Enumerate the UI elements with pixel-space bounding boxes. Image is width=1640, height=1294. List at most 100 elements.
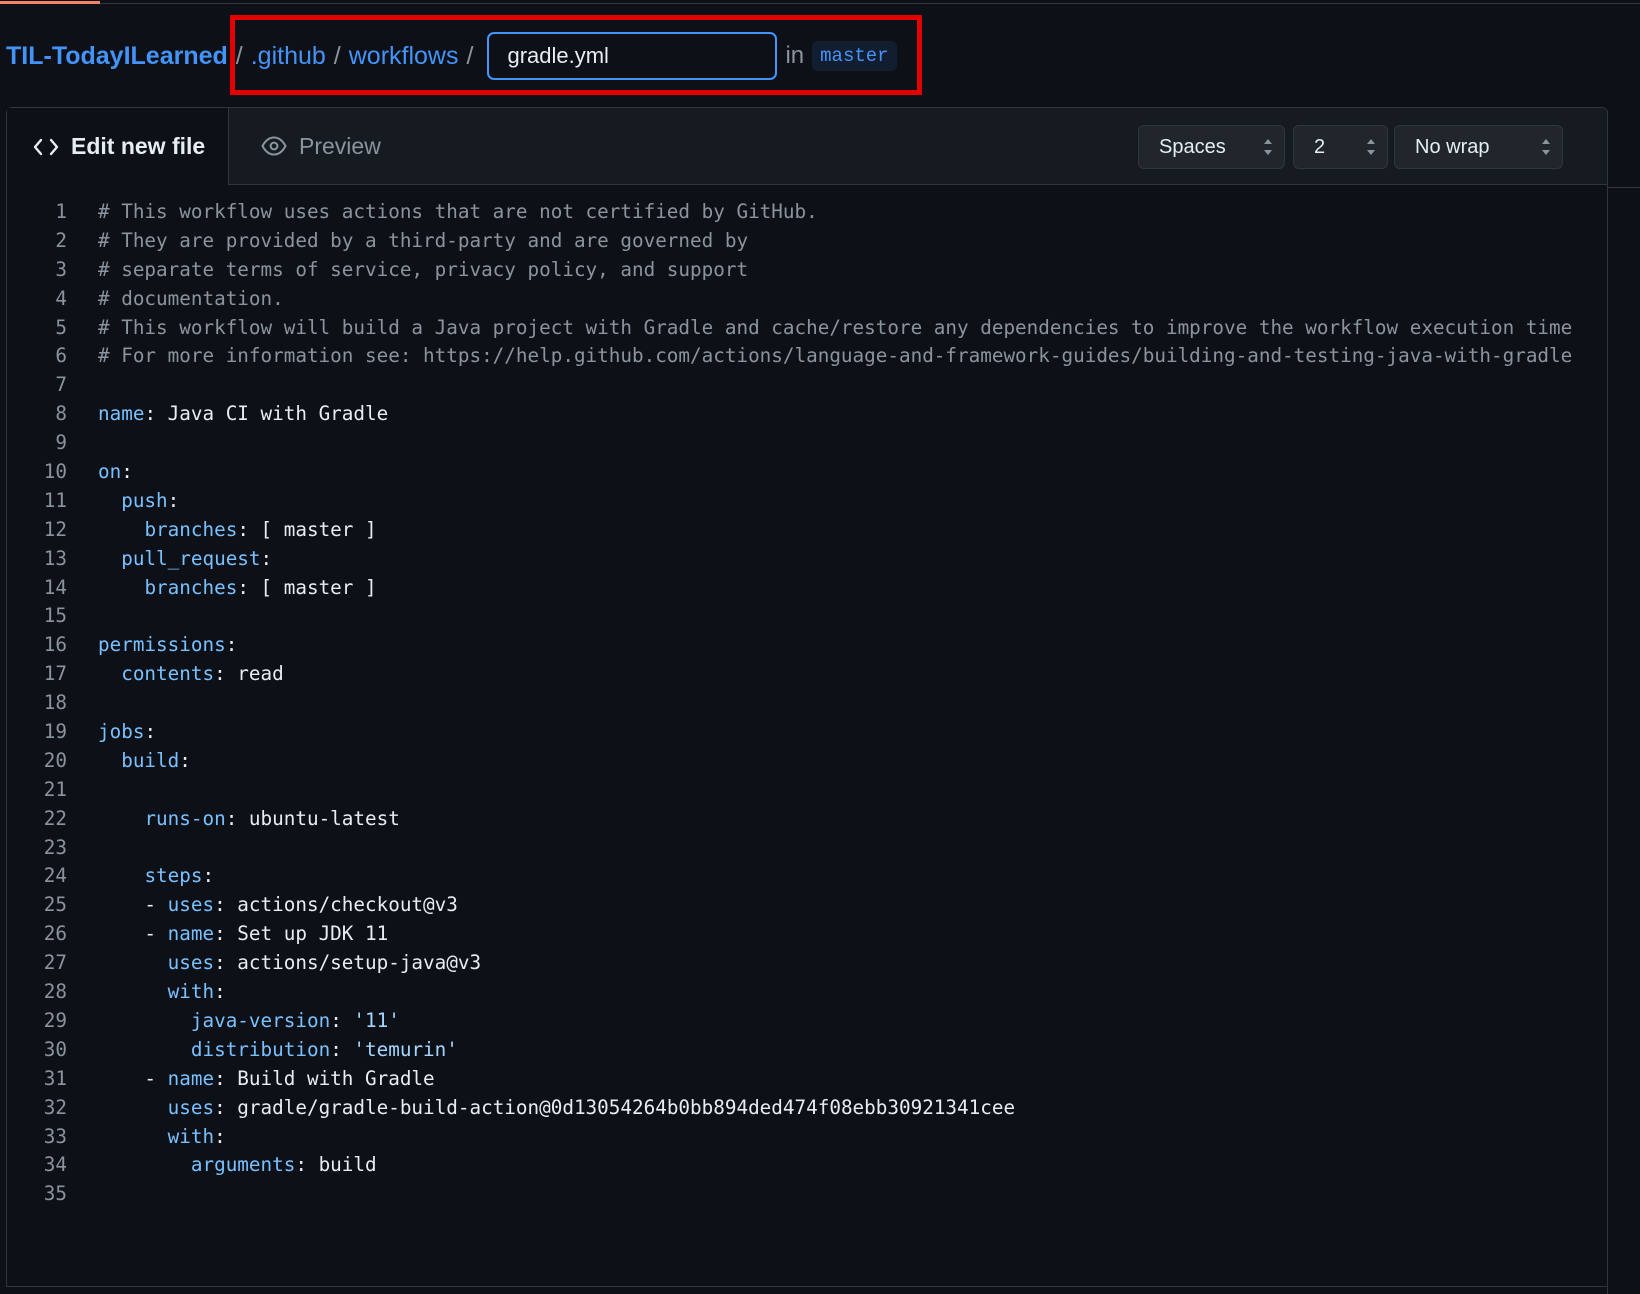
line-text: runs-on: ubuntu-latest bbox=[144, 806, 400, 830]
line-text: build: bbox=[121, 748, 191, 772]
line-number: 1 bbox=[55, 200, 67, 223]
select-arrows-icon bbox=[1542, 139, 1550, 155]
select-arrows-icon bbox=[1264, 139, 1272, 155]
line-number: 2 bbox=[55, 228, 67, 252]
wrap-mode-value: No wrap bbox=[1415, 135, 1490, 158]
line-text: branches: [ master ] bbox=[144, 517, 377, 541]
line-number: 34 bbox=[43, 1153, 67, 1177]
breadcrumb-separator: / bbox=[235, 41, 243, 70]
code-line: 6 # For more information see: https://hel… bbox=[7, 342, 1605, 371]
line-text: steps: bbox=[144, 864, 215, 888]
line-text: with: bbox=[167, 1124, 226, 1148]
line-number: 31 bbox=[43, 1066, 67, 1090]
breadcrumb-separator: / bbox=[333, 41, 341, 70]
tab-preview-label: Preview bbox=[299, 132, 381, 159]
code-line: 2 # They are provided by a third-party an… bbox=[7, 227, 1605, 256]
line-number: 12 bbox=[43, 517, 67, 541]
line-text: jobs: bbox=[98, 720, 157, 744]
tab-preview[interactable]: Preview bbox=[261, 108, 381, 184]
code-line: 32 uses: gradle/gradle-build-action@0d13… bbox=[7, 1094, 1605, 1123]
code-line: 7 bbox=[7, 371, 1605, 400]
line-text: - name: Set up JDK 11 bbox=[98, 922, 389, 946]
editor-header: Edit new file Preview Spaces 2 No wrap bbox=[7, 108, 1607, 185]
line-number: 15 bbox=[43, 604, 67, 628]
line-number: 23 bbox=[43, 835, 67, 859]
line-number: 25 bbox=[43, 893, 67, 917]
code-line: 28 with: bbox=[7, 978, 1605, 1007]
line-number: 13 bbox=[43, 546, 67, 570]
line-number: 24 bbox=[43, 864, 67, 888]
line-text: pull_request: bbox=[121, 546, 273, 570]
breadcrumb-separator: / bbox=[466, 41, 474, 70]
line-number: 20 bbox=[43, 748, 67, 772]
line-text: # documentation. bbox=[98, 286, 284, 310]
tab-edit-label: Edit new file bbox=[71, 133, 206, 159]
line-number: 8 bbox=[55, 402, 67, 426]
breadcrumb-repo-link[interactable]: TIL-TodayILearned bbox=[6, 42, 228, 71]
line-text: # For more information see: https://help… bbox=[98, 344, 1573, 368]
line-text: branches: [ master ] bbox=[144, 575, 377, 599]
code-line: 20 build: bbox=[7, 747, 1605, 776]
code-line: 23 bbox=[7, 834, 1605, 863]
breadcrumb-workflows-link[interactable]: workflows bbox=[349, 42, 459, 71]
code-line: 31 - name: Build with Gradle bbox=[7, 1065, 1605, 1094]
code-line: 34 arguments: build bbox=[7, 1151, 1605, 1180]
code-line: 15 bbox=[7, 602, 1605, 631]
tab-edit-new-file[interactable]: Edit new file bbox=[7, 108, 229, 185]
line-number: 22 bbox=[43, 806, 67, 830]
wrap-mode-select[interactable]: No wrap bbox=[1394, 125, 1563, 169]
code-area[interactable]: 1 # This workflow uses actions that are n… bbox=[7, 198, 1605, 1209]
code-line: 4 # documentation. bbox=[7, 285, 1605, 314]
line-number: 35 bbox=[43, 1182, 67, 1206]
indent-size-select[interactable]: 2 bbox=[1293, 125, 1388, 169]
line-number: 16 bbox=[43, 633, 67, 657]
line-number: 21 bbox=[43, 777, 67, 801]
top-border bbox=[0, 3, 1640, 4]
code-line: 18 bbox=[7, 689, 1605, 718]
line-number: 33 bbox=[43, 1124, 67, 1148]
branch-badge: master bbox=[812, 41, 897, 71]
line-text: on: bbox=[98, 460, 133, 484]
line-text: - uses: actions/checkout@v3 bbox=[98, 893, 458, 917]
code-line: 33 with: bbox=[7, 1123, 1605, 1152]
line-number: 7 bbox=[55, 373, 67, 397]
line-number: 9 bbox=[55, 431, 67, 455]
code-line: 3 # separate terms of service, privacy po… bbox=[7, 256, 1605, 285]
line-text: uses: gradle/gradle-build-action@0d13054… bbox=[167, 1095, 1016, 1119]
indent-mode-value: Spaces bbox=[1159, 135, 1226, 158]
code-line: 35 bbox=[7, 1180, 1605, 1209]
line-number: 32 bbox=[43, 1095, 67, 1119]
indent-mode-select[interactable]: Spaces bbox=[1138, 125, 1285, 169]
line-number: 30 bbox=[43, 1037, 67, 1061]
right-panel-edge bbox=[1608, 107, 1640, 188]
code-line: 1 # This workflow uses actions that are n… bbox=[7, 198, 1605, 227]
line-text: contents: read bbox=[121, 662, 284, 686]
code-line: 19 jobs: bbox=[7, 718, 1605, 747]
line-number: 3 bbox=[55, 257, 67, 281]
line-number: 26 bbox=[43, 922, 67, 946]
line-text: arguments: build bbox=[190, 1153, 377, 1177]
line-text: with: bbox=[167, 980, 226, 1004]
filename-input[interactable] bbox=[487, 32, 778, 80]
line-number: 18 bbox=[43, 691, 67, 715]
line-number: 17 bbox=[43, 662, 67, 686]
code-line: 13 pull_request: bbox=[7, 545, 1605, 574]
line-number: 27 bbox=[43, 951, 67, 975]
code-line: 26 - name: Set up JDK 11 bbox=[7, 920, 1605, 949]
line-number: 28 bbox=[43, 980, 67, 1004]
code-line: 9 bbox=[7, 429, 1605, 458]
line-number: 4 bbox=[55, 286, 67, 310]
line-number: 14 bbox=[43, 575, 67, 599]
breadcrumb-github-link[interactable]: .github bbox=[251, 42, 326, 71]
line-number: 5 bbox=[55, 315, 67, 339]
code-line: 27 uses: actions/setup-java@v3 bbox=[7, 949, 1605, 978]
code-line: 24 steps: bbox=[7, 862, 1605, 891]
code-line: 30 distribution: 'temurin' bbox=[7, 1036, 1605, 1065]
line-text: java-version: '11' bbox=[190, 1008, 400, 1032]
in-label: in bbox=[785, 42, 805, 69]
code-line: 10 on: bbox=[7, 458, 1605, 487]
line-text: # They are provided by a third-party and… bbox=[98, 228, 749, 252]
line-number: 10 bbox=[43, 460, 67, 484]
eye-icon bbox=[261, 136, 287, 156]
indent-size-value: 2 bbox=[1314, 135, 1326, 158]
